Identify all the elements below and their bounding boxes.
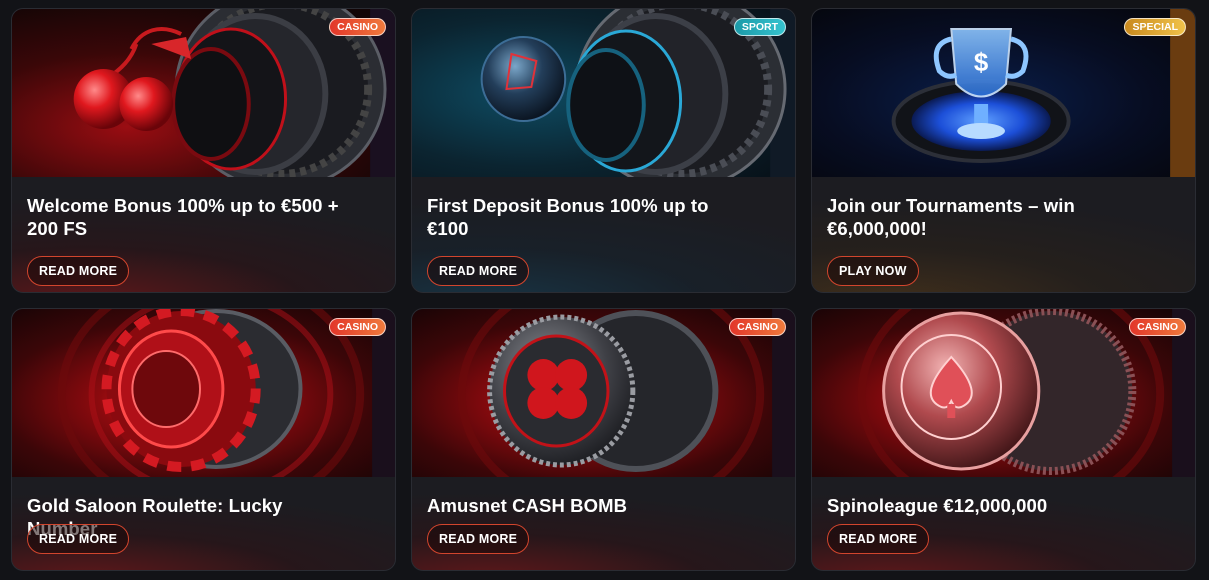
promo-card-body: First Deposit Bonus 100% up to €100 READ… (412, 177, 795, 292)
promo-card-gold-saloon[interactable]: CASINO Gold Saloon Roulette: Lucky Numbe… (11, 308, 396, 571)
category-badge: SPORT (733, 18, 786, 36)
promo-title: Join our Tournaments – win €6,000,000! (827, 195, 1075, 239)
promo-card-body: Amusnet CASH BOMB READ MORE (412, 477, 795, 570)
promo-card-first-deposit[interactable]: SPORT First Deposit Bonus 100% up to €10… (411, 8, 796, 293)
category-badge: CASINO (329, 318, 386, 336)
read-more-button[interactable]: READ MORE (27, 524, 130, 554)
category-badge: CASINO (729, 318, 786, 336)
read-more-button[interactable]: READ MORE (827, 524, 930, 554)
promo-card-body: Welcome Bonus 100% up to €500 + 200 FS R… (12, 177, 395, 292)
promo-title: Welcome Bonus 100% up to €500 + 200 FS (27, 195, 339, 239)
promo-card-welcome-bonus[interactable]: CASINO Welcome Bonus 100% up to €500 + 2… (11, 8, 396, 293)
category-badge: CASINO (329, 18, 386, 36)
promo-card-body: Spinoleague €12,000,000 READ MORE (812, 477, 1195, 570)
read-more-button[interactable]: READ MORE (27, 256, 130, 286)
category-badge: CASINO (1129, 318, 1186, 336)
read-more-button[interactable]: READ MORE (427, 524, 530, 554)
category-badge: SPECIAL (1124, 18, 1186, 36)
promo-title: First Deposit Bonus 100% up to €100 (427, 195, 709, 239)
read-more-button[interactable]: READ MORE (427, 256, 530, 286)
promo-card-cash-bomb[interactable]: CASINO Amusnet CASH BOMB READ MORE (411, 308, 796, 571)
promotions-grid: CASINO Welcome Bonus 100% up to €500 + 2… (11, 8, 1197, 571)
promo-card-body: Gold Saloon Roulette: Lucky Number READ … (12, 477, 395, 570)
svg-text:$: $ (974, 49, 989, 77)
promo-card-body: Join our Tournaments – win €6,000,000! P… (812, 177, 1195, 292)
promo-card-tournaments[interactable]: $ SPECIAL Join our Tournaments – win €6,… (811, 8, 1196, 293)
promo-card-spinoleague[interactable]: CASINO Spinoleague €12,000,000 READ MORE (811, 308, 1196, 571)
play-now-button[interactable]: PLAY NOW (827, 256, 919, 286)
